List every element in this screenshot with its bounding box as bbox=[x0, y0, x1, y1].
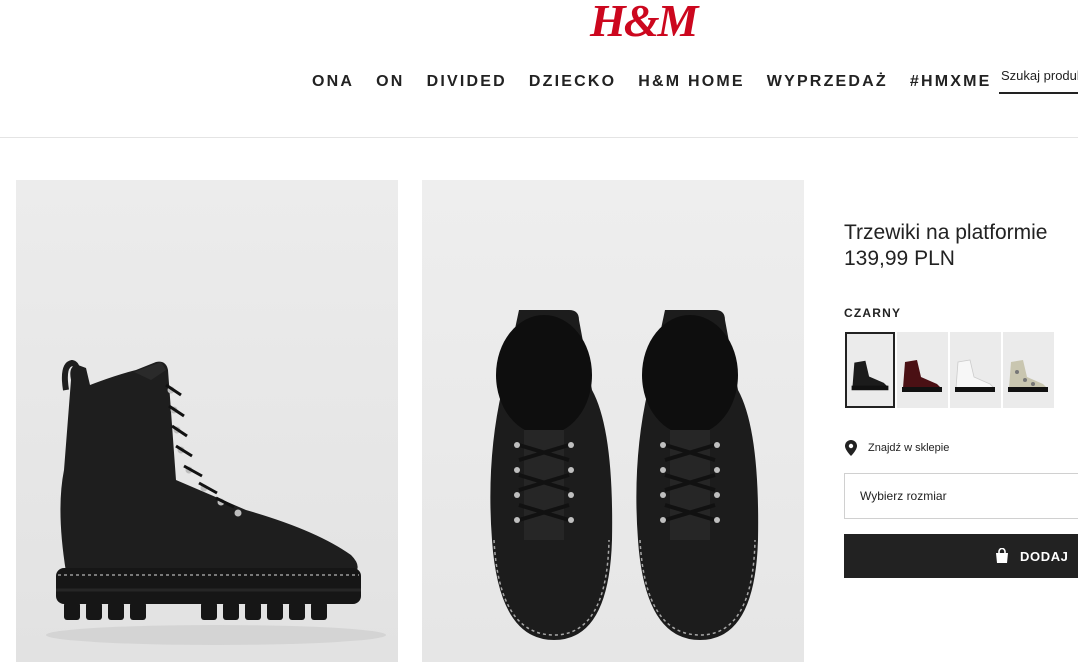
location-pin-icon bbox=[845, 440, 857, 456]
size-select[interactable]: Wybierz rozmiar bbox=[844, 473, 1078, 519]
product-image-top[interactable] bbox=[422, 180, 804, 662]
site-header: H&M ONA ON DIVIDED DZIECKO H&M HOME WYPR… bbox=[0, 0, 1078, 138]
boots-top-illustration bbox=[490, 310, 759, 640]
find-in-store-label: Znajdź w sklepie bbox=[868, 442, 950, 454]
add-to-bag-label: DODAJ bbox=[1020, 549, 1069, 564]
swatch-snake[interactable] bbox=[1003, 332, 1054, 408]
left-boot-top bbox=[490, 310, 613, 640]
swatch-black[interactable] bbox=[845, 332, 895, 408]
nav-item-divided[interactable]: DIVIDED bbox=[427, 73, 507, 91]
swatch-burgundy[interactable] bbox=[897, 332, 948, 408]
nav-item-wyprzedaz[interactable]: WYPRZEDAŻ bbox=[767, 73, 888, 91]
add-to-bag-button[interactable]: DODAJ bbox=[844, 534, 1078, 578]
nav-item-on[interactable]: ON bbox=[376, 73, 404, 91]
boot-side-illustration bbox=[46, 359, 386, 645]
color-swatches bbox=[845, 332, 1056, 408]
main-nav: ONA ON DIVIDED DZIECKO H&M HOME WYPRZEDA… bbox=[312, 73, 1014, 91]
product-title: Trzewiki na platformie bbox=[844, 221, 1048, 244]
product-info: Trzewiki na platformie 139,99 PLN bbox=[844, 220, 1047, 272]
product-image-side[interactable] bbox=[16, 180, 398, 662]
nav-item-hmxme[interactable]: #HMXME bbox=[910, 73, 992, 91]
product-price: 139,99 PLN bbox=[844, 247, 955, 270]
nav-item-ona[interactable]: ONA bbox=[312, 73, 354, 91]
shopping-bag-icon bbox=[996, 548, 1008, 563]
nav-item-dziecko[interactable]: DZIECKO bbox=[529, 73, 616, 91]
right-boot-top bbox=[636, 310, 759, 640]
find-in-store-link[interactable]: Znajdź w sklepie bbox=[845, 440, 949, 456]
swatch-white[interactable] bbox=[950, 332, 1001, 408]
nav-item-hm-home[interactable]: H&M HOME bbox=[638, 73, 744, 91]
search-input[interactable]: Szukaj produktów bbox=[999, 66, 1078, 94]
hm-logo[interactable]: H&M bbox=[590, 0, 698, 47]
selected-color-label: CZARNY bbox=[844, 306, 902, 320]
